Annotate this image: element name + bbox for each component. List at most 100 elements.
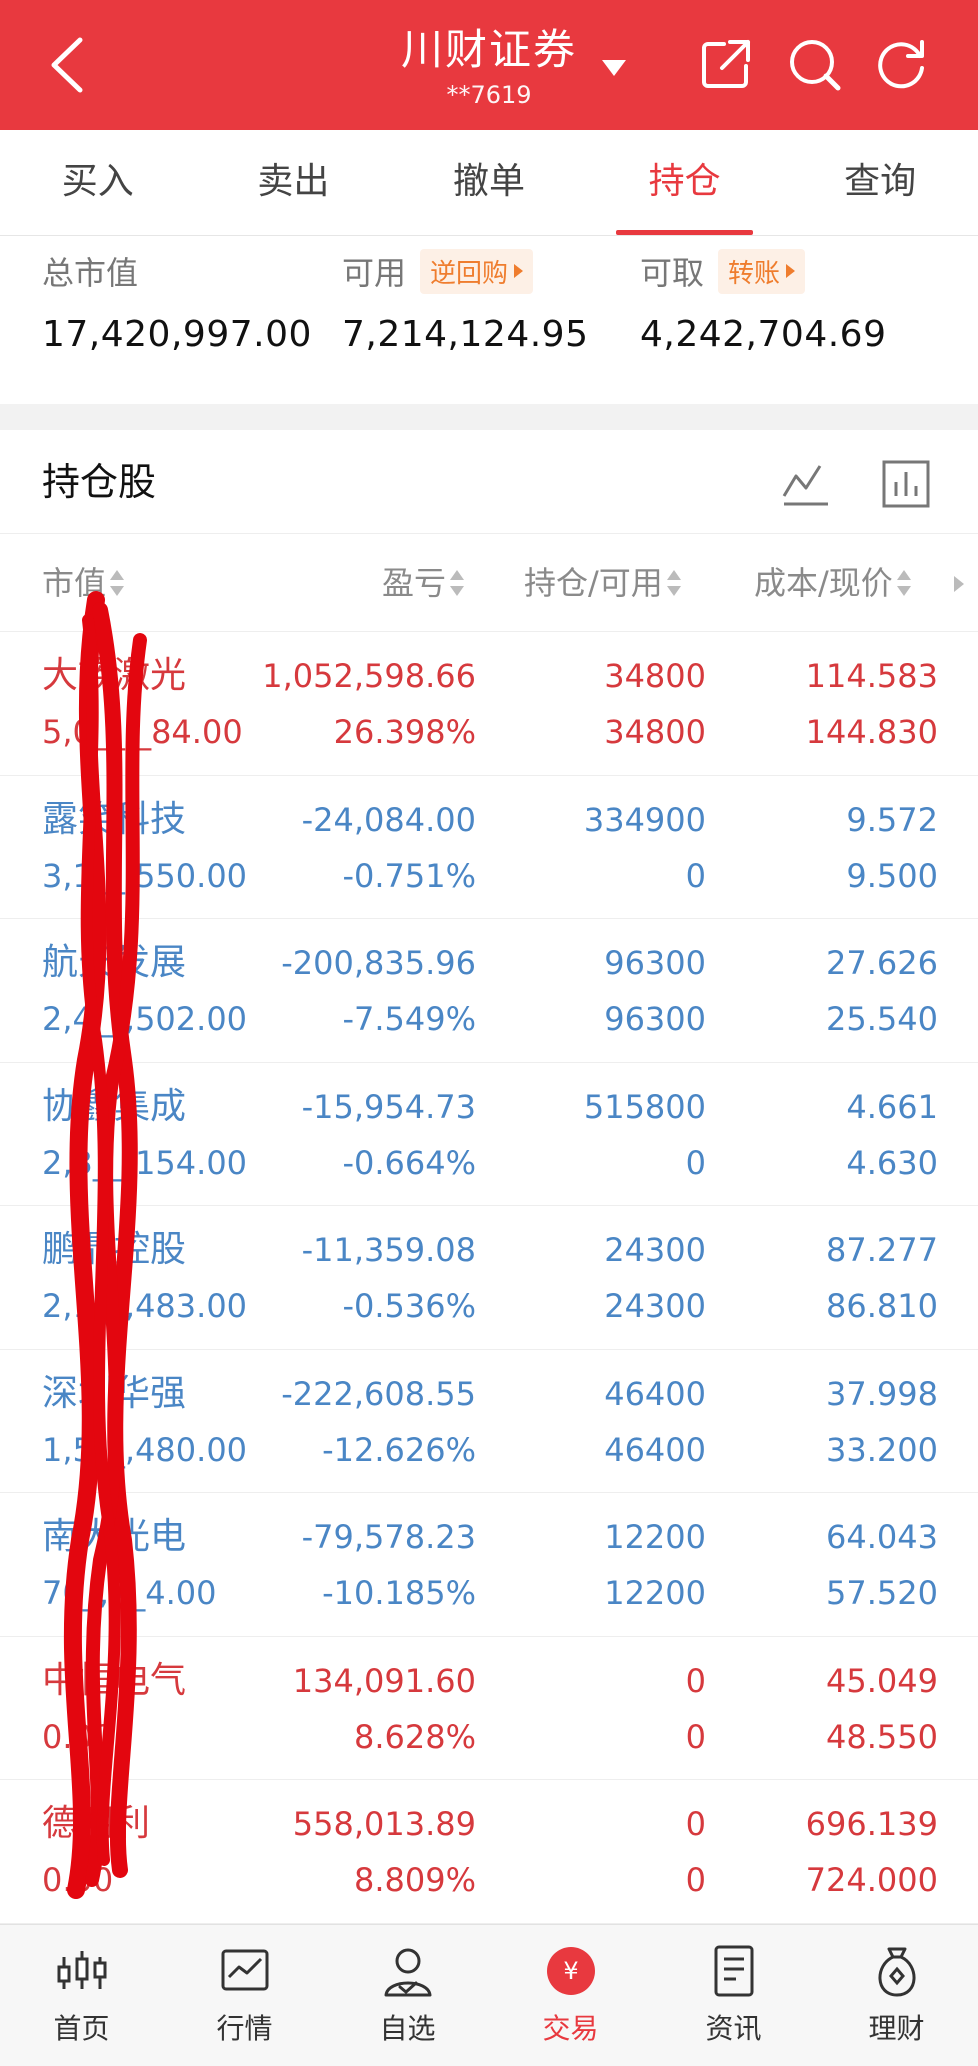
stock-name: 南大光电: [42, 1516, 187, 1557]
available-qty: 0: [685, 1717, 706, 1756]
svg-text:¥: ¥: [563, 1957, 578, 1985]
available-label: 可用: [342, 254, 407, 292]
stock-name: 协鑫集成: [42, 1085, 187, 1127]
more-columns-icon[interactable]: [954, 576, 964, 592]
available-funds: 可用 逆回购 7,214,124.95: [342, 246, 588, 355]
current-price: 144.830: [805, 713, 938, 751]
table-row[interactable]: 鹏鼎控股 2,1__,483.00 -11,359.08 -0.536% 24300 24…: [0, 1206, 978, 1350]
profit-loss: -200,835.96: [281, 944, 476, 982]
cost-price: 114.583: [805, 657, 938, 695]
sort-pnl[interactable]: 盈亏: [382, 534, 465, 632]
arrow-right-icon: [514, 264, 524, 278]
cost-price: 27.626: [826, 944, 938, 982]
tab-sell[interactable]: 卖出: [196, 130, 392, 235]
nav-home[interactable]: 首页: [0, 1925, 163, 2066]
sort-position[interactable]: 持仓/可用: [524, 534, 681, 632]
stock-name: 深圳华强: [42, 1372, 187, 1414]
tab-query[interactable]: 查询: [782, 130, 978, 235]
chevron-down-icon[interactable]: [600, 58, 628, 78]
table-row[interactable]: 露笑科技 3,1__,550.00 -24,084.00 -0.751% 334900 0…: [0, 776, 978, 919]
holdings-column-header: 市值 盈亏 持仓/可用 成本/现价: [0, 534, 978, 632]
available-qty: 24300: [604, 1287, 706, 1325]
nav-trade[interactable]: ¥ 交易: [489, 1925, 652, 2066]
available-qty: 0: [685, 856, 706, 895]
table-row[interactable]: 协鑫集成 2,3__,154.00 -15,954.73 -0.664% 515800 0…: [0, 1063, 978, 1206]
stock-name: 航天发展: [42, 942, 187, 983]
position-qty: 0: [685, 1805, 706, 1843]
money-bag-icon: [878, 1947, 915, 1997]
profit-loss-pct: 8.809%: [353, 1861, 476, 1899]
yen-icon: ¥: [546, 1947, 595, 1995]
stock-name: 德明利: [42, 1803, 151, 1844]
holdings-list: 大族激光 5,0__,_84.00 1,052,598.66 26.398% 34800…: [0, 632, 978, 1924]
profit-loss: 1,052,598.66: [262, 657, 476, 695]
nav-news[interactable]: 资讯: [652, 1925, 815, 2066]
position-qty: 24300: [604, 1231, 706, 1269]
line-chart-icon[interactable]: [780, 458, 832, 510]
market-value: 2,4__,502.00: [42, 1000, 248, 1038]
current-price: 48.550: [826, 1717, 938, 1756]
market-value: 1,5__,480.00: [42, 1430, 248, 1469]
sort-icon: [450, 569, 465, 597]
sort-icon: [896, 569, 911, 597]
market-value: 2,3__,154.00: [42, 1143, 248, 1182]
transfer-button[interactable]: 转账: [718, 248, 806, 294]
profit-loss-pct: -10.185%: [322, 1574, 476, 1612]
nav-wealth[interactable]: 理财: [815, 1925, 978, 2066]
broker-title[interactable]: 川财证券: [401, 16, 577, 77]
app-header: 川财证券 **7619: [0, 0, 978, 130]
sort-market-value[interactable]: 市值: [42, 534, 125, 632]
cost-price: 37.998: [826, 1374, 938, 1413]
table-row[interactable]: 大族激光 5,0__,_84.00 1,052,598.66 26.398% 34800…: [0, 632, 978, 776]
refresh-icon[interactable]: [872, 34, 932, 94]
chart-icon: [221, 1949, 268, 1991]
tab-cancel-order[interactable]: 撤单: [391, 130, 587, 235]
nav-watchlist[interactable]: 自选: [326, 1925, 489, 2066]
table-row[interactable]: 航天发展 2,4__,502.00 -200,835.96 -7.549% 96300 9…: [0, 919, 978, 1063]
tab-positions[interactable]: 持仓: [587, 130, 783, 235]
profit-loss: -11,359.08: [301, 1231, 476, 1269]
available-qty: 96300: [604, 1000, 706, 1038]
search-icon[interactable]: [784, 34, 844, 94]
cost-price: 87.277: [826, 1231, 938, 1269]
tab-buy[interactable]: 买入: [0, 130, 196, 235]
position-qty: 334900: [583, 800, 706, 839]
user-check-icon: [384, 1948, 431, 1997]
table-row[interactable]: 南大光电 70_,7_4.00 -79,578.23 -10.185% 12200 122…: [0, 1493, 978, 1637]
share-icon[interactable]: [696, 34, 756, 94]
current-price: 86.810: [826, 1287, 938, 1325]
sort-icon: [110, 569, 125, 597]
sort-icon: [666, 569, 681, 597]
cost-price: 9.572: [846, 800, 938, 839]
profit-loss-pct: -0.536%: [342, 1287, 476, 1325]
stock-name: 露笑科技: [42, 798, 187, 840]
market-value: 5,0__,_84.00: [42, 713, 243, 751]
profit-loss-pct: -7.549%: [342, 1000, 476, 1038]
profit-loss: -24,084.00: [301, 800, 476, 839]
stock-name: 鹏鼎控股: [42, 1229, 187, 1270]
table-row[interactable]: 德明利 0.00 558,013.89 8.809% 0 0 696.139 724.000: [0, 1780, 978, 1924]
market-value: 3,1__,550.00: [42, 856, 248, 895]
bar-chart-icon[interactable]: [880, 458, 932, 510]
market-value: 2,1__,483.00: [42, 1287, 248, 1325]
cost-price: 696.139: [805, 1805, 938, 1843]
market-value: 70_,7_4.00: [42, 1574, 217, 1612]
sort-cost-price[interactable]: 成本/现价: [754, 534, 911, 632]
table-row[interactable]: 深圳华强 1,5__,480.00 -222,608.55 -12.626% 46400…: [0, 1350, 978, 1493]
holdings-panel: 持仓股 市值 盈亏 持仓/可用 成本/现价 大族激光 5,0__,_84.00 1,…: [0, 430, 978, 1924]
profit-loss: 558,013.89: [292, 1805, 476, 1843]
current-price: 33.200: [826, 1430, 938, 1469]
reverse-repo-button[interactable]: 逆回购: [420, 248, 534, 294]
profit-loss: -79,578.23: [301, 1518, 476, 1556]
nav-market[interactable]: 行情: [163, 1925, 326, 2066]
cost-price: 45.049: [826, 1661, 938, 1700]
profit-loss: 134,091.60: [292, 1661, 476, 1700]
account-summary: 总市值 17,420,997.00 可用 逆回购 7,214,124.95 可取…: [0, 236, 978, 404]
total-market-value: 总市值 17,420,997.00: [42, 246, 312, 355]
table-row[interactable]: 中恒电气 0.00 134,091.60 8.628% 0 0 45.049 48.550: [0, 1637, 978, 1780]
news-icon: [714, 1945, 753, 1997]
bottom-nav: 首页 行情 自选 ¥ 交易 资讯 理财: [0, 1924, 978, 2066]
current-price: 4.630: [846, 1143, 938, 1182]
cost-price: 64.043: [826, 1518, 938, 1556]
stock-name: 中恒电气: [42, 1659, 187, 1701]
